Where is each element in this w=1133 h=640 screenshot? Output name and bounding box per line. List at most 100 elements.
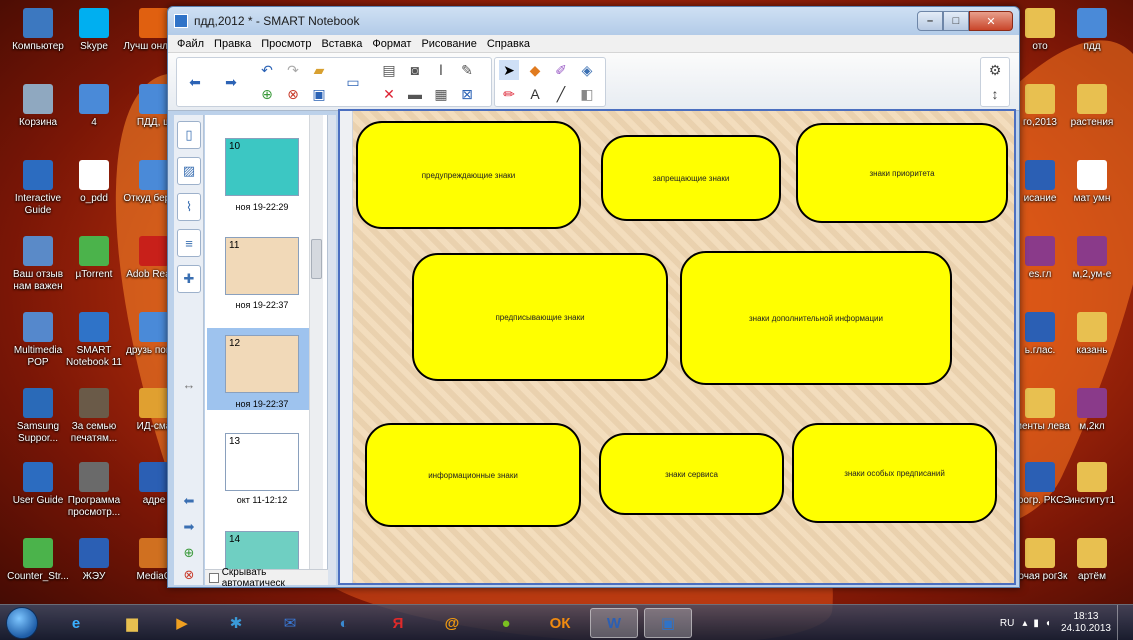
table-icon[interactable]: ▦	[431, 84, 451, 104]
desktop-icon[interactable]: Interactive Guide	[6, 160, 70, 217]
fill-tool-icon[interactable]: ◈	[577, 60, 597, 80]
save-icon[interactable]: ▣	[309, 84, 329, 104]
text-tool-icon[interactable]: Ⅰ	[431, 60, 451, 80]
mail-ru-icon[interactable]: @	[428, 608, 476, 638]
desktop-icon[interactable]: казань	[1060, 312, 1124, 357]
sign-category-service[interactable]: знаки сервиса	[599, 433, 784, 515]
page-thumbnail-10[interactable]: 10	[225, 138, 299, 196]
menu-help[interactable]: Справка	[482, 38, 535, 50]
network-icon[interactable]: ▮	[1033, 618, 1039, 629]
undo-icon[interactable]: ↶	[257, 60, 277, 80]
minimize-button[interactable]: –	[917, 11, 943, 31]
desktop-icon[interactable]: пдд	[1060, 8, 1124, 53]
shape-tool-icon[interactable]: ◆	[525, 60, 545, 80]
screen-capture-icon[interactable]: ◙	[405, 60, 425, 80]
addons-tab[interactable]: ✚	[177, 265, 201, 293]
add-page-icon[interactable]: ⊕	[257, 84, 277, 104]
internet-explorer-icon[interactable]: e	[52, 608, 100, 638]
volume-icon[interactable]: ◖	[1045, 618, 1051, 629]
desktop-icon[interactable]: Корзина	[6, 84, 70, 129]
file-explorer-icon[interactable]: ▆	[108, 608, 156, 638]
desktop-icon[interactable]: o_pdd	[62, 160, 126, 205]
speaker-icon[interactable]: ◐	[320, 608, 368, 638]
desktop-icon[interactable]: м,2кл	[1060, 388, 1124, 433]
sign-category-prohibitory[interactable]: запрещающие знаки	[601, 135, 781, 221]
page-thumbnail-12[interactable]: 12	[225, 335, 299, 393]
desktop-icon[interactable]: растения	[1060, 84, 1124, 129]
maximize-button[interactable]: □	[943, 11, 969, 31]
move-sidebar-icon[interactable]: ↔	[177, 370, 201, 398]
sidebar-splitter[interactable]	[328, 115, 336, 585]
attachments-tab[interactable]: ⌇	[177, 193, 201, 221]
sign-category-additional-info[interactable]: знаки дополнительной информации	[680, 251, 952, 385]
menu-format[interactable]: Формат	[367, 38, 416, 50]
gear-icon[interactable]: ⚙	[985, 60, 1005, 80]
magic-pen-icon[interactable]: ✐	[551, 60, 571, 80]
notebook-page-canvas[interactable]: предупреждающие знаки запрещающие знаки …	[338, 109, 1016, 585]
redo-icon[interactable]: ↷	[283, 60, 303, 80]
scrollbar-thumb[interactable]	[311, 239, 322, 279]
mail-icon[interactable]: ✉	[266, 608, 314, 638]
previous-page-icon[interactable]: ⬅	[177, 487, 201, 515]
desktop-icon[interactable]: Counter_Str...	[6, 538, 70, 583]
paste-icon[interactable]: ▤	[379, 60, 399, 80]
menu-draw[interactable]: Рисование	[416, 38, 481, 50]
sign-category-priority[interactable]: знаки приоритета	[796, 123, 1008, 223]
sign-category-warning[interactable]: предупреждающие знаки	[356, 121, 581, 229]
desktop-icon[interactable]: мат умн	[1060, 160, 1124, 205]
close-button[interactable]: ✕	[969, 11, 1013, 31]
screen-display-icon[interactable]: ▭	[343, 72, 363, 92]
back-arrow-icon[interactable]: ⬅	[185, 72, 205, 92]
handwriting-icon[interactable]: ✎	[457, 60, 477, 80]
eraser-icon[interactable]: ◧	[577, 84, 597, 104]
gallery-tab[interactable]: ▨	[177, 157, 201, 185]
menu-view[interactable]: Просмотр	[256, 38, 316, 50]
people-icon[interactable]: ✱	[212, 608, 260, 638]
language-indicator[interactable]: RU	[1000, 618, 1014, 629]
desktop-icon[interactable]: µTorrent	[62, 236, 126, 281]
delete-icon[interactable]: ✕	[379, 84, 399, 104]
smart-notebook-icon[interactable]: ▣	[644, 608, 692, 638]
auto-hide-checkbox[interactable]	[209, 572, 219, 583]
desktop-icon[interactable]: 4	[62, 84, 126, 129]
desktop-icon[interactable]: Ваш отзыв нам важен	[6, 236, 70, 293]
start-button[interactable]	[6, 607, 38, 639]
tray-arrow-icon[interactable]: ▴	[1022, 618, 1027, 629]
desktop-icon[interactable]: ЖЭУ	[62, 538, 126, 583]
word-icon[interactable]: W	[590, 608, 638, 638]
sign-category-information[interactable]: информационные знаки	[365, 423, 581, 527]
yandex-icon[interactable]: Я	[374, 608, 422, 638]
delete-page-icon[interactable]: ⊗	[177, 561, 201, 589]
menu-file[interactable]: Файл	[172, 38, 209, 50]
desktop-icon[interactable]: Multimedia POP	[6, 312, 70, 369]
sign-category-special[interactable]: знаки особых предписаний	[792, 423, 997, 523]
desktop-icon[interactable]: Skype	[62, 8, 126, 53]
delete-page-icon[interactable]: ⊗	[283, 84, 303, 104]
page-thumbnail-11[interactable]: 11	[225, 237, 299, 295]
show-desktop-button[interactable]	[1117, 605, 1127, 640]
desktop-icon[interactable]: м,2,ум-е	[1060, 236, 1124, 281]
odnoklassniki-icon[interactable]: ОК	[536, 608, 584, 638]
menu-insert[interactable]: Вставка	[316, 38, 367, 50]
forward-arrow-icon[interactable]: ➡	[221, 72, 241, 92]
desktop-icon[interactable]: Компьютер	[6, 8, 70, 53]
page-sorter-scrollbar[interactable]	[309, 115, 323, 585]
properties-tab[interactable]: ≡	[177, 229, 201, 257]
clock[interactable]: 18:13 24.10.2013	[1061, 611, 1111, 635]
open-folder-icon[interactable]: ▰	[309, 60, 329, 80]
desktop-icon[interactable]: Программа просмотр...	[62, 462, 126, 519]
desktop-icon[interactable]: SMART Notebook 11	[62, 312, 126, 369]
desktop-icon[interactable]: User Guide	[6, 462, 70, 507]
menu-edit[interactable]: Правка	[209, 38, 256, 50]
page-thumbnail-13[interactable]: 13	[225, 433, 299, 491]
select-cursor-icon[interactable]: ➤	[499, 60, 519, 80]
page-sorter-tab[interactable]: ▯	[177, 121, 201, 149]
move-toolbar-icon[interactable]: ↕	[985, 84, 1005, 104]
canvas-scrollbar[interactable]	[340, 111, 353, 583]
pens-icon[interactable]: ✏	[499, 84, 519, 104]
text-format-icon[interactable]: A	[525, 84, 545, 104]
auto-hide-option[interactable]: Скрывать автоматическ	[205, 567, 328, 589]
desktop-icon[interactable]: Samsung Suppor...	[6, 388, 70, 445]
next-page-icon[interactable]: ➡	[177, 513, 201, 541]
media-player-icon[interactable]: ▶	[158, 608, 206, 638]
